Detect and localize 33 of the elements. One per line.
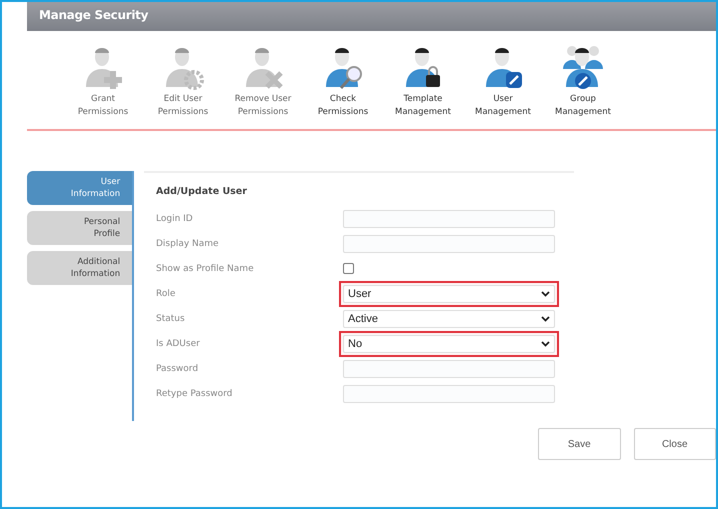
user-group-icon: [560, 43, 606, 91]
side-tab[interactable]: Additional Information: [27, 251, 132, 285]
chevron-down-icon: [541, 316, 550, 322]
field-label: Retype Password: [156, 388, 234, 398]
form-title: Add/Update User: [156, 186, 248, 197]
input-field[interactable]: [343, 384, 555, 402]
toolbar-label[interactable]: Grant Permissions: [67, 93, 139, 119]
dropdown[interactable]: User: [343, 284, 555, 302]
input-field[interactable]: [343, 210, 555, 228]
field-label: Role: [156, 288, 176, 298]
toolbar-label[interactable]: Check Permissions: [307, 93, 379, 119]
checkbox[interactable]: [343, 263, 354, 274]
toolbar-label[interactable]: Remove User Permissions: [227, 93, 299, 119]
close-button[interactable]: Close: [634, 428, 716, 460]
chevron-down-icon: [541, 290, 550, 296]
page-header: Manage Security: [27, 2, 716, 31]
side-tab[interactable]: Personal Profile: [27, 211, 132, 245]
field-label: Show as Profile Name: [156, 264, 255, 274]
input-field[interactable]: [343, 234, 555, 252]
toolbar-label[interactable]: Template Management: [387, 93, 459, 119]
field-label: Password: [156, 364, 200, 374]
toolbar-label[interactable]: Edit User Permissions: [147, 93, 219, 119]
toolbar-label[interactable]: User Management: [467, 93, 539, 119]
dropdown[interactable]: Active: [343, 310, 555, 328]
field-label: Display Name: [156, 238, 220, 248]
field-label: Is ADUser: [156, 338, 201, 348]
dropdown[interactable]: No: [343, 334, 555, 352]
field-label: Status: [156, 314, 186, 324]
field-label: Login ID: [156, 214, 194, 224]
save-button[interactable]: Save: [538, 428, 620, 460]
toolbar-label[interactable]: Group Management: [547, 93, 619, 119]
chevron-down-icon: [541, 340, 550, 346]
input-field[interactable]: [343, 360, 555, 378]
